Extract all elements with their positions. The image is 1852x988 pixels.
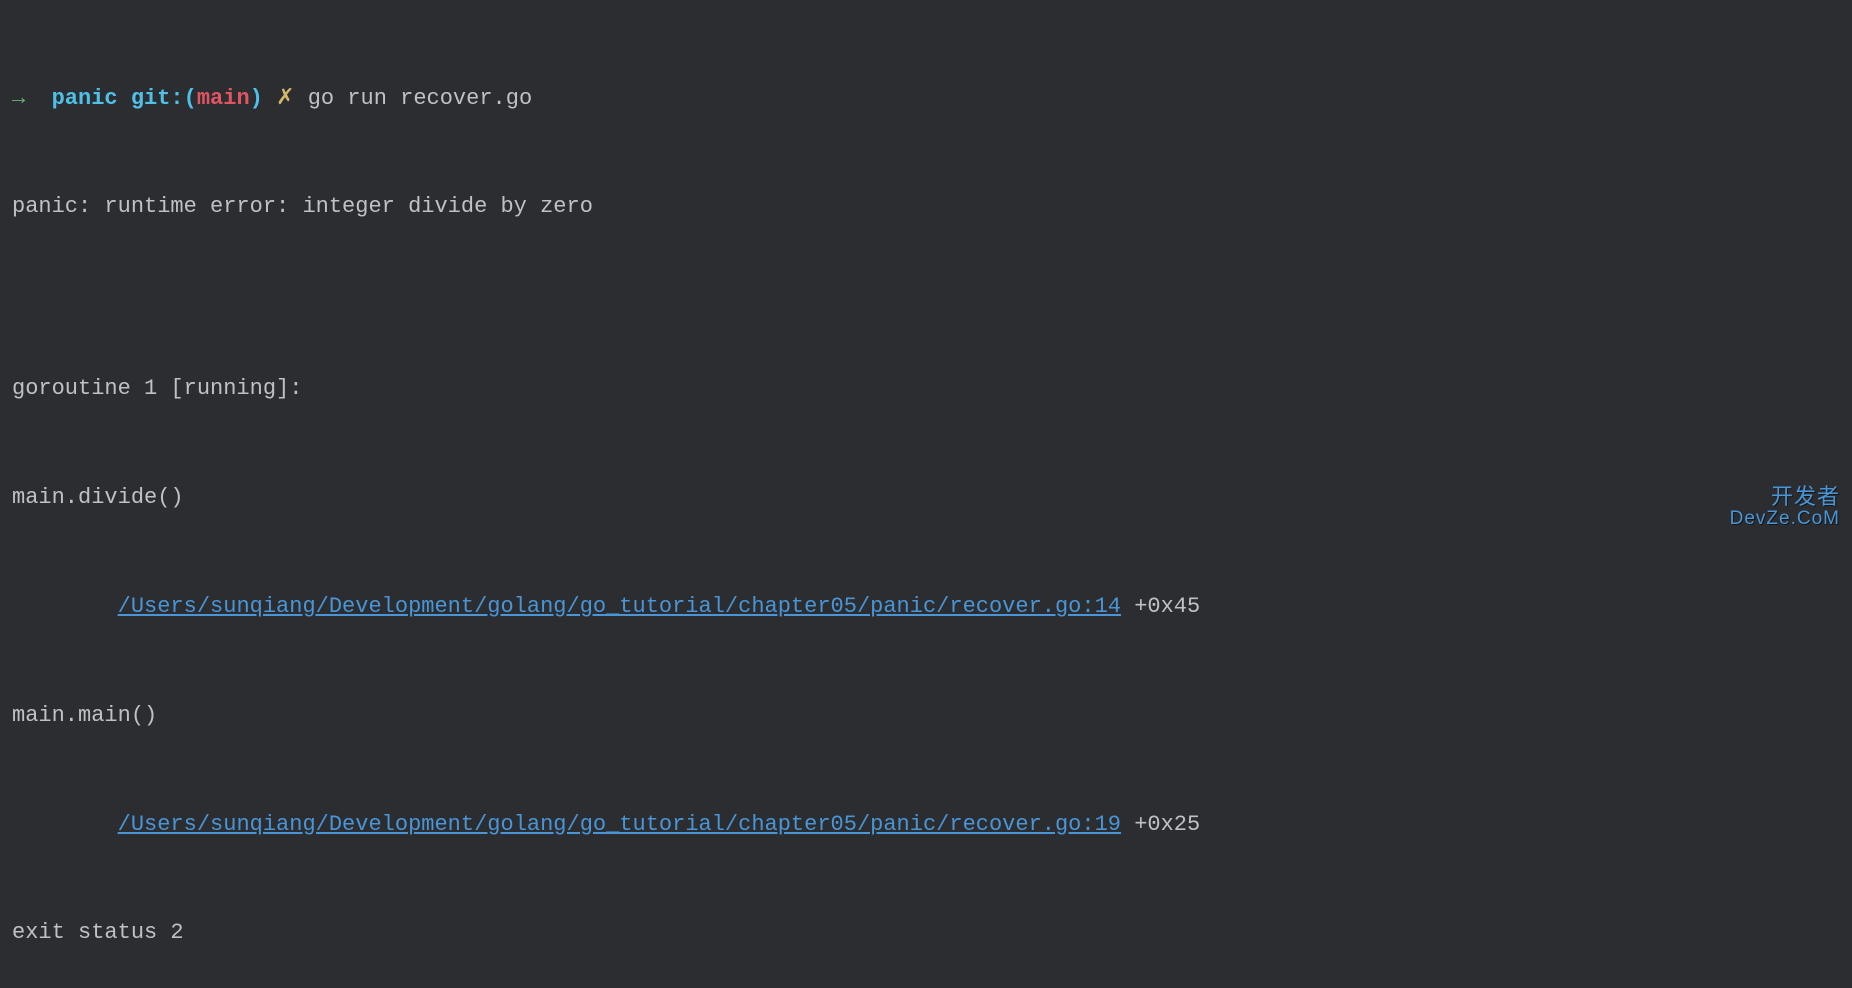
- goroutine-line: goroutine 1 [running]:: [0, 371, 1852, 407]
- prompt-line: → panic git:(main) ✗ go run recover.go: [0, 81, 1852, 117]
- stack-indent: [12, 594, 118, 619]
- dirty-mark: ✗: [276, 86, 294, 111]
- prompt-arrow: →: [12, 86, 25, 111]
- stack-file-link[interactable]: /Users/sunqiang/Development/golang/go_tu…: [118, 594, 1121, 619]
- git-open-paren: (: [184, 86, 197, 111]
- panic-line: panic: runtime error: integer divide by …: [0, 189, 1852, 225]
- git-close-paren: ): [250, 86, 263, 111]
- stack-file-link[interactable]: /Users/sunqiang/Development/golang/go_tu…: [118, 812, 1121, 837]
- command-text: go run recover.go: [308, 86, 532, 111]
- stack-offset: +0x45: [1121, 594, 1200, 619]
- stack-path-line: /Users/sunqiang/Development/golang/go_tu…: [0, 589, 1852, 625]
- terminal-output: → panic git:(main) ✗ go run recover.go p…: [0, 8, 1852, 988]
- stack-func: main.main(): [0, 698, 1852, 734]
- stack-indent: [12, 812, 118, 837]
- stack-func: main.divide(): [0, 480, 1852, 516]
- stack-path-line: /Users/sunqiang/Development/golang/go_tu…: [0, 807, 1852, 843]
- git-branch: main: [197, 86, 250, 111]
- prompt-dir: panic: [52, 86, 118, 111]
- exit-status-line: exit status 2: [0, 915, 1852, 951]
- stack-offset: +0x25: [1121, 812, 1200, 837]
- git-label: git:: [131, 86, 184, 111]
